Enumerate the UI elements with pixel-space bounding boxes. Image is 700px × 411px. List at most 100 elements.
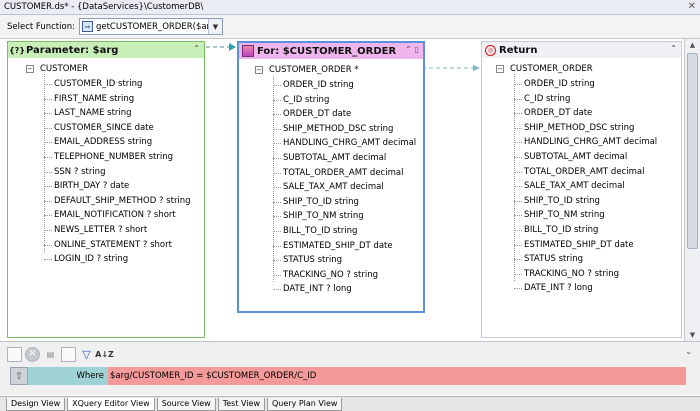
for-panel-header[interactable]: For: $CUSTOMER_ORDER ⌃ ▯: [239, 43, 423, 59]
tree-root[interactable]: − CUSTOMER_ORDER *: [255, 65, 359, 75]
parameter-panel-header[interactable]: {?} Parameter: $arg ⌃: [8, 42, 204, 58]
tree-root[interactable]: − CUSTOMER_ORDER: [496, 64, 593, 74]
tree-field[interactable]: TRACKING_NO ? string: [513, 267, 657, 282]
tree-field[interactable]: SHIP_TO_NM string: [272, 209, 416, 224]
new-expression-button[interactable]: [7, 346, 22, 362]
view-tabs: Design View XQuery Editor View Source View…: [0, 396, 700, 411]
scroll-thumb[interactable]: [687, 53, 698, 249]
tree-field[interactable]: STATUS string: [513, 252, 657, 267]
tree-field[interactable]: FIRST_NAME string: [44, 92, 191, 107]
tree-field[interactable]: ONLINE_STATEMENT ? short: [44, 238, 191, 253]
function-select[interactable]: ⇒ getCUSTOMER_ORDER($arg) ▼: [78, 18, 223, 35]
parameter-panel-title: Parameter: $arg: [26, 44, 119, 56]
for-clause-icon: [242, 45, 254, 57]
tree-field[interactable]: ORDER_ID string: [513, 77, 657, 92]
where-clause-row[interactable]: ⇧ Where $arg/CUSTOMER_ID = $CUSTOMER_ORD…: [10, 367, 694, 385]
return-panel-title: Return: [499, 44, 538, 56]
return-panel[interactable]: ◎ Return ⌃ − CUSTOMER_ORDER ORDER_ID str…: [481, 41, 682, 338]
for-clause-panel[interactable]: For: $CUSTOMER_ORDER ⌃ ▯ − CUSTOMER_ORDE…: [237, 41, 425, 313]
tree-field[interactable]: ESTIMATED_SHIP_DT date: [272, 239, 416, 254]
editor-titlebar: CUSTOMER.ds* - {DataServices}\CustomerDB…: [0, 0, 700, 15]
tree-field[interactable]: LOGIN_ID ? string: [44, 252, 191, 267]
tree-field[interactable]: SHIP_TO_NM string: [513, 208, 657, 223]
tree-field[interactable]: TRACKING_NO ? string: [272, 268, 416, 283]
tree-field[interactable]: BILL_TO_ID string: [513, 223, 657, 238]
tree-field[interactable]: CUSTOMER_SINCE date: [44, 121, 191, 136]
collapse-icon[interactable]: ⌃ ▯: [405, 45, 419, 54]
collapse-icon[interactable]: ⌃: [193, 44, 200, 53]
tree-field[interactable]: CUSTOMER_ID string: [44, 77, 191, 92]
tree-field[interactable]: TELEPHONE_NUMBER string: [44, 150, 191, 165]
scroll-down-icon[interactable]: ▼: [685, 329, 700, 341]
filter-icon[interactable]: ▽: [79, 347, 94, 362]
vertical-scrollbar[interactable]: ▲ ▼: [684, 39, 700, 341]
tree-field[interactable]: HANDLING_CHRG_AMT decimal: [513, 135, 657, 150]
function-icon: ⇒: [81, 21, 93, 32]
tree-field[interactable]: HANDLING_CHRG_AMT decimal: [272, 136, 416, 151]
window-title: CUSTOMER.ds* - {DataServices}\CustomerDB…: [4, 2, 204, 12]
tree-field[interactable]: SUBTOTAL_AMT decimal: [513, 150, 657, 165]
tree-field[interactable]: SHIP_TO_ID string: [513, 194, 657, 209]
edit-icon[interactable]: ▤: [43, 347, 58, 362]
tree-field[interactable]: TOTAL_ORDER_AMT decimal: [513, 165, 657, 180]
view-tab[interactable]: XQuery Editor View: [67, 398, 155, 411]
tree-field[interactable]: ORDER_DT date: [272, 107, 416, 122]
collapse-tree-icon[interactable]: −: [255, 66, 263, 74]
return-panel-header[interactable]: ◎ Return ⌃: [482, 42, 681, 58]
collapse-icon[interactable]: ⌃: [670, 44, 677, 53]
tree-field[interactable]: SHIP_TO_ID string: [272, 195, 416, 210]
delete-icon[interactable]: ✕: [25, 346, 40, 362]
move-up-icon[interactable]: ⇧: [10, 367, 28, 385]
tree-field[interactable]: STATUS string: [272, 253, 416, 268]
tree-root-label: CUSTOMER_ORDER *: [269, 65, 359, 75]
collapse-tree-icon[interactable]: −: [496, 65, 504, 73]
tree-field[interactable]: EMAIL_ADDRESS string: [44, 135, 191, 150]
parameter-panel[interactable]: {?} Parameter: $arg ⌃ − CUSTOMER CUSTOME…: [7, 41, 205, 338]
chevron-down-icon[interactable]: ⌄: [685, 347, 692, 356]
where-expression[interactable]: $arg/CUSTOMER_ID = $CUSTOMER_ORDER/C_ID: [108, 367, 686, 385]
tree-field[interactable]: C_ID string: [513, 92, 657, 107]
tree-field[interactable]: SUBTOTAL_AMT decimal: [272, 151, 416, 166]
tree-field[interactable]: BIRTH_DAY ? date: [44, 179, 191, 194]
blank-button[interactable]: [61, 346, 76, 362]
tree-guide: [514, 74, 515, 281]
scroll-up-icon[interactable]: ▲: [685, 39, 700, 51]
tree-field[interactable]: DATE_INT ? long: [513, 281, 657, 296]
tree-field[interactable]: SSN ? string: [44, 165, 191, 180]
collapse-tree-icon[interactable]: −: [26, 65, 34, 73]
tree-field[interactable]: ORDER_ID string: [272, 78, 416, 93]
return-target-icon: ◎: [485, 44, 496, 56]
view-tab[interactable]: Source View: [156, 398, 216, 411]
tree-root-label: CUSTOMER: [40, 64, 89, 74]
tree-field[interactable]: C_ID string: [272, 93, 416, 108]
select-function-label: Select Function:: [7, 21, 75, 32]
function-bar: Select Function: ⇒ getCUSTOMER_ORDER($ar…: [0, 15, 700, 39]
tree-root[interactable]: − CUSTOMER: [26, 64, 88, 74]
tree-field[interactable]: BILL_TO_ID string: [272, 224, 416, 239]
tree-field[interactable]: NEWS_LETTER ? short: [44, 223, 191, 238]
tree-field[interactable]: TOTAL_ORDER_AMT decimal: [272, 166, 416, 181]
tree-field[interactable]: ORDER_DT date: [513, 106, 657, 121]
tree-field[interactable]: LAST_NAME string: [44, 106, 191, 121]
view-tab[interactable]: Test View: [217, 398, 265, 411]
arrow-right-icon: [229, 43, 236, 51]
for-fields: ORDER_ID string C_ID string ORDER_DT date S…: [272, 78, 416, 297]
view-tab[interactable]: Design View: [6, 398, 66, 411]
return-tree: − CUSTOMER_ORDER ORDER_ID string C_ID str…: [482, 60, 681, 337]
close-icon[interactable]: ✕: [688, 1, 696, 12]
tree-field[interactable]: DATE_INT ? long: [272, 282, 416, 297]
return-fields: ORDER_ID string C_ID string ORDER_DT date S…: [513, 77, 657, 296]
tree-guide: [273, 75, 274, 282]
tree-field[interactable]: SHIP_METHOD_DSC string: [272, 122, 416, 137]
tree-field[interactable]: ESTIMATED_SHIP_DT date: [513, 238, 657, 253]
tree-field[interactable]: SHIP_METHOD_DSC string: [513, 121, 657, 136]
tree-field[interactable]: SALE_TAX_AMT decimal: [513, 179, 657, 194]
where-label: Where: [28, 367, 108, 385]
sort-az-icon[interactable]: A↓Z: [95, 347, 114, 362]
parameter-tree: − CUSTOMER CUSTOMER_ID string FIRST_NAME …: [8, 60, 204, 337]
tree-field[interactable]: DEFAULT_SHIP_METHOD ? string: [44, 194, 191, 209]
tree-field[interactable]: SALE_TAX_AMT decimal: [272, 180, 416, 195]
view-tab[interactable]: Query Plan View: [267, 398, 343, 411]
chevron-down-icon[interactable]: ▼: [207, 19, 222, 34]
tree-field[interactable]: EMAIL_NOTIFICATION ? short: [44, 208, 191, 223]
